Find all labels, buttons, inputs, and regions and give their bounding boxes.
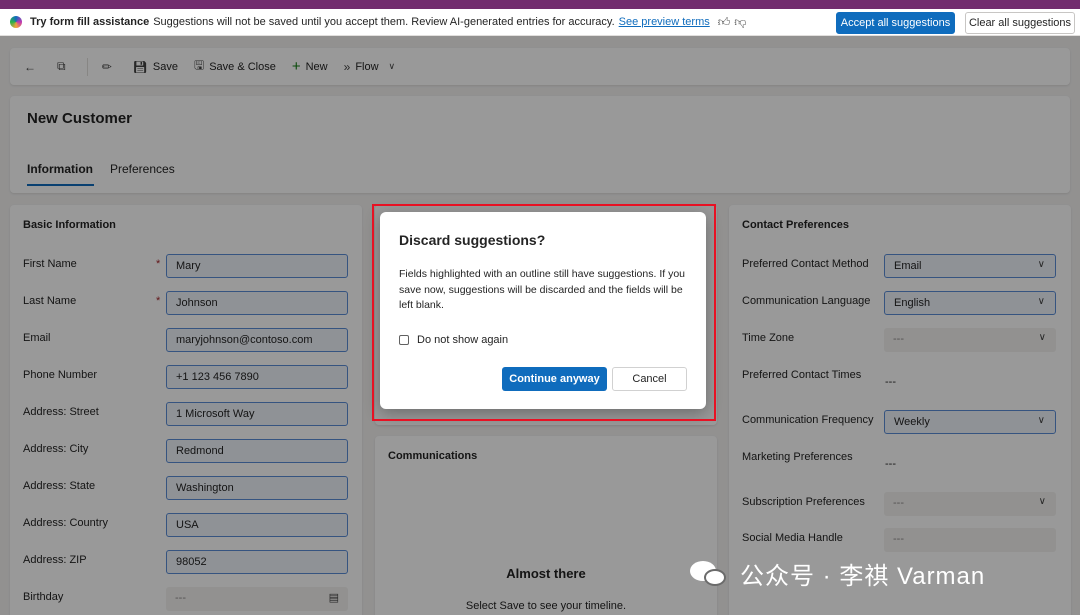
clear-all-suggestions-button[interactable]: Clear all suggestions xyxy=(965,12,1075,34)
wechat-icon xyxy=(690,559,730,589)
watermark-text: 公众号 · 李祺 Varman xyxy=(740,563,986,590)
form-fill-banner: Try form fill assistance Suggestions wil… xyxy=(0,9,1080,36)
thumbs-up-icon[interactable]: 👍︎ xyxy=(718,15,731,30)
thumbs-down-icon[interactable]: 👎︎ xyxy=(734,15,746,30)
preview-terms-link[interactable]: See preview terms xyxy=(619,16,710,28)
highlight-frame xyxy=(372,204,716,421)
copilot-icon xyxy=(10,16,22,28)
banner-title: Try form fill assistance xyxy=(30,16,150,28)
accept-all-suggestions-button[interactable]: Accept all suggestions xyxy=(836,12,955,34)
app-top-strip xyxy=(0,0,1080,9)
banner-text: Suggestions will not be saved until you … xyxy=(153,16,615,28)
watermark: 公众号 · 李祺 Varman xyxy=(690,556,985,591)
